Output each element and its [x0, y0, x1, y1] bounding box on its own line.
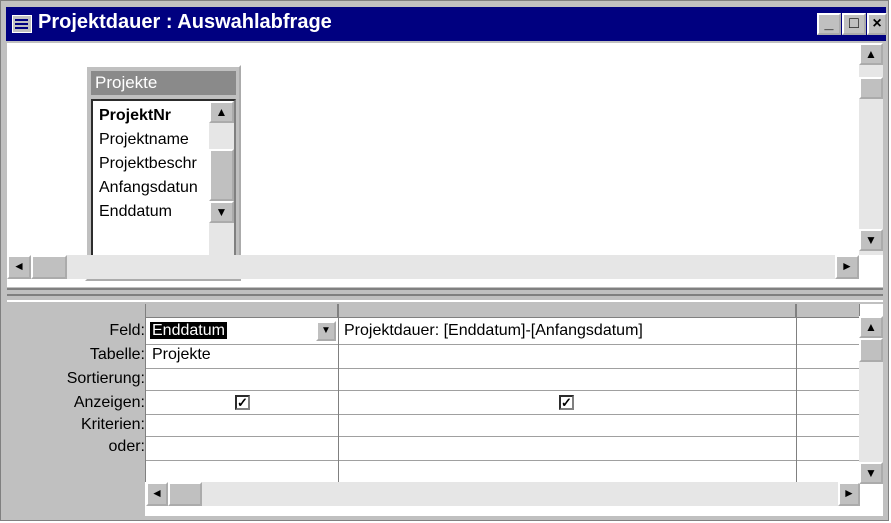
grid-line: [146, 436, 860, 437]
design-grid-pane: Feld: Tabelle: Sortierung: Anzeigen: Kri…: [7, 304, 883, 516]
scroll-up-icon[interactable]: ▲: [859, 316, 883, 338]
dropdown-icon[interactable]: ▼: [316, 321, 336, 341]
pane-splitter[interactable]: [7, 288, 883, 302]
scroll-thumb[interactable]: [31, 255, 67, 279]
column-selector[interactable]: [338, 304, 796, 318]
field-value[interactable]: Enddatum: [150, 322, 227, 339]
field-list-item[interactable]: ProjektNr: [99, 107, 171, 125]
scroll-down-icon[interactable]: ▼: [859, 462, 883, 484]
grid-line: [796, 304, 797, 482]
table-pane[interactable]: Projekte ProjektNr Projektname Projektbe…: [7, 43, 883, 287]
field-list-item[interactable]: Projektname: [99, 131, 189, 149]
field-list-item[interactable]: Anfangsdatun: [99, 179, 198, 197]
window-title: Projektdauer : Auswahlabfrage: [38, 11, 332, 33]
scroll-right-icon[interactable]: ►: [835, 255, 859, 279]
minimize-button[interactable]: _: [817, 13, 841, 35]
grid-vertical-scrollbar[interactable]: ▲ ▼: [859, 316, 883, 484]
field-list-item[interactable]: Enddatum: [99, 203, 172, 221]
field-list-track[interactable]: [209, 123, 234, 149]
scroll-thumb[interactable]: [168, 482, 202, 506]
query-icon[interactable]: [12, 15, 32, 33]
upper-horizontal-scrollbar[interactable]: ◄ ►: [7, 255, 859, 279]
table-projekte[interactable]: Projekte ProjektNr Projektname Projektbe…: [85, 65, 241, 281]
close-button[interactable]: ×: [867, 13, 887, 35]
field-list-scrollbar[interactable]: ▲ ▼: [209, 101, 234, 273]
scroll-left-icon[interactable]: ◄: [7, 255, 31, 279]
query-window: Projektdauer : Auswahlabfrage _ □ × Proj…: [0, 0, 889, 521]
row-label-anzeigen: Anzeigen:: [73, 394, 145, 411]
upper-vertical-scrollbar[interactable]: ▲ ▼: [859, 43, 883, 255]
grid-horizontal-scrollbar[interactable]: ◄ ►: [146, 482, 860, 506]
scroll-up-icon[interactable]: ▲: [859, 43, 883, 65]
scroll-thumb[interactable]: [859, 338, 883, 362]
field-list-item[interactable]: Projektbeschr: [99, 155, 197, 173]
field-cell[interactable]: Enddatum: [150, 322, 227, 340]
scroll-left-icon[interactable]: ◄: [146, 482, 168, 506]
grid-line: [146, 390, 860, 391]
scroll-down-icon[interactable]: ▼: [209, 201, 234, 223]
row-label-feld: Feld:: [109, 322, 145, 339]
scroll-thumb[interactable]: [859, 77, 883, 99]
scroll-right-icon[interactable]: ►: [838, 482, 860, 506]
column-selector[interactable]: [146, 304, 338, 318]
scroll-up-icon[interactable]: ▲: [209, 101, 234, 123]
maximize-button[interactable]: □: [842, 13, 866, 35]
field-list-thumb[interactable]: [209, 149, 234, 201]
expression-cell[interactable]: Projektdauer: [Enddatum]-[Anfangsdatum]: [344, 322, 643, 340]
column-selector[interactable]: [796, 304, 860, 318]
title-bar[interactable]: Projektdauer : Auswahlabfrage _ □ ×: [6, 7, 887, 41]
row-label-tabelle: Tabelle:: [89, 346, 145, 363]
scroll-down-icon[interactable]: ▼: [859, 229, 883, 251]
design-grid[interactable]: Enddatum ▼ Projekte ✓ Projektdauer: [End…: [145, 304, 860, 506]
grid-line: [146, 368, 860, 369]
table-title[interactable]: Projekte: [91, 71, 236, 95]
grid-line: [146, 344, 860, 345]
row-labels: Feld: Tabelle: Sortierung: Anzeigen: Kri…: [7, 304, 145, 516]
table-cell[interactable]: Projekte: [152, 346, 211, 364]
row-label-kriterien: Kriterien:: [80, 416, 145, 433]
grid-line: [338, 304, 339, 482]
grid-line: [146, 460, 860, 461]
row-label-oder: oder:: [108, 438, 145, 455]
row-label-sortierung: Sortierung:: [66, 370, 145, 387]
field-list[interactable]: ProjektNr Projektname Projektbeschr Anfa…: [91, 99, 236, 275]
show-checkbox[interactable]: ✓: [235, 395, 250, 410]
grid-line: [146, 414, 860, 415]
show-checkbox[interactable]: ✓: [559, 395, 574, 410]
